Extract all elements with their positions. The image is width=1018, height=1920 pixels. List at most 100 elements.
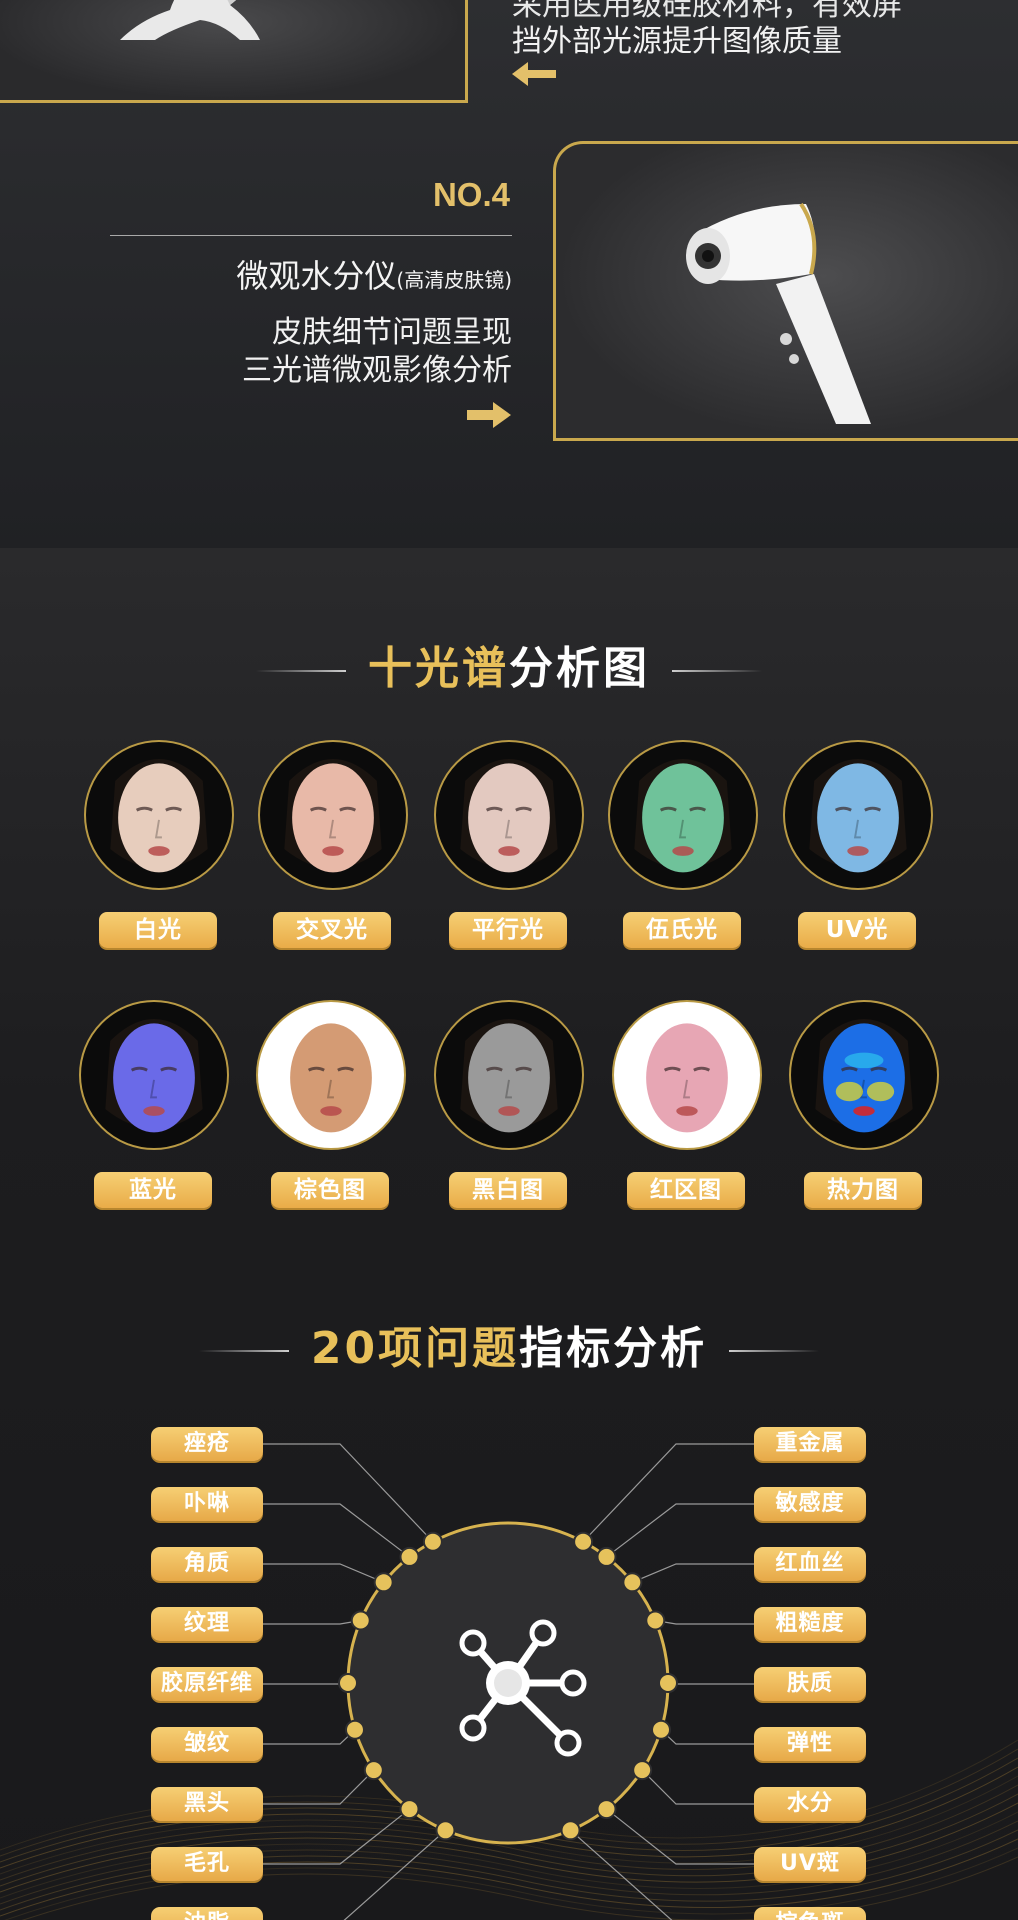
face-icon (809, 759, 907, 873)
page: 采用医用级硅胶材料，有效屏 挡外部光源提升图像质量 NO.4 微观水分仪(高清皮… (0, 0, 1018, 1920)
spectrum-item: 红区图 (609, 1000, 769, 1230)
connector-dot (350, 1610, 371, 1631)
connector-line (582, 1443, 755, 1543)
connector-line (660, 1729, 755, 1745)
face-icon (460, 1019, 558, 1133)
connector-dot (422, 1531, 443, 1552)
connector-dot (338, 1673, 358, 1693)
connector-line (667, 1682, 755, 1685)
connector-dot (399, 1546, 420, 1567)
face-icon (290, 1023, 372, 1133)
indicator-tag: 胶原纤维 (151, 1667, 263, 1701)
device-name: 微观水分仪(高清皮肤镜) (110, 251, 512, 297)
face-image (84, 740, 234, 890)
face-image (256, 1000, 406, 1150)
device-section: 采用医用级硅胶材料，有效屏 挡外部光源提升图像质量 NO.4 微观水分仪(高清皮… (0, 0, 1018, 548)
face-image (434, 740, 584, 890)
face-icon (634, 759, 732, 873)
face-icon (105, 1019, 203, 1133)
spectrum-title-gold: 十光谱 (368, 643, 509, 694)
device-name-main: 微观水分仪 (236, 257, 397, 295)
connector-line (263, 1503, 410, 1558)
feature-text-line1: 采用医用级硅胶材料，有效屏 (512, 0, 902, 23)
connector-dot (560, 1820, 581, 1841)
connector-dot (373, 1572, 394, 1593)
title-line-right (729, 1350, 820, 1352)
connector-line (641, 1769, 755, 1805)
device-name-note: (高清皮肤镜) (396, 268, 512, 292)
face-icon (646, 1023, 728, 1133)
feature-text-line2: 挡外部光源提升图像质量 (512, 24, 842, 59)
indicators-title: 20项问题指标分析 (0, 1312, 1018, 1376)
face-icon (815, 1019, 913, 1133)
connector-line (655, 1619, 755, 1625)
spectrum-item: 黑白图 (431, 1000, 591, 1230)
connector-dot (573, 1531, 594, 1552)
arrow-right-icon (467, 402, 511, 428)
connector-dot (622, 1572, 643, 1593)
connector-line (606, 1503, 755, 1558)
indicator-tag: 棕色斑 (754, 1907, 866, 1920)
connector-line (263, 1619, 361, 1625)
connector-dot (435, 1820, 456, 1841)
face-icon (460, 759, 558, 873)
connector-line (263, 1682, 349, 1685)
indicator-tag: 粗糙度 (754, 1607, 866, 1641)
divider (110, 235, 512, 236)
spectrum-label: 棕色图 (271, 1172, 389, 1208)
face-image (79, 1000, 229, 1150)
connector-dot (596, 1546, 617, 1567)
connector-line (606, 1808, 755, 1865)
indicator-tag: 角质 (151, 1547, 263, 1581)
spectrum-label: 交叉光 (273, 912, 391, 948)
indicators-title-white: 指标分析 (519, 1323, 708, 1374)
spectrum-item: 平行光 (431, 740, 591, 970)
connector-line (570, 1829, 673, 1920)
connector-dot (399, 1799, 420, 1820)
indicators-title-gold: 20项问题 (310, 1323, 520, 1374)
connector-dot (363, 1760, 384, 1781)
feature-text: 采用医用级硅胶材料，有效屏 挡外部光源提升图像质量 (512, 0, 1018, 60)
spectrum-title: 十光谱分析图 (0, 632, 1018, 696)
spectrum-item: 交叉光 (255, 740, 415, 970)
indicator-tag: 红血丝 (754, 1547, 866, 1581)
face-image (608, 740, 758, 890)
spectrum-item: UV光 (780, 740, 940, 970)
spectrum-label: 蓝光 (94, 1172, 212, 1208)
connector-dot (632, 1760, 653, 1781)
connector-dot (344, 1719, 365, 1740)
face-image (612, 1000, 762, 1150)
spectrum-item: 棕色图 (253, 1000, 413, 1230)
indicator-tag: 毛孔 (151, 1847, 263, 1881)
spectrum-label: 伍氏光 (623, 912, 741, 948)
connector-line (263, 1769, 375, 1805)
face-icon (284, 759, 382, 873)
arrow-left-icon (512, 62, 556, 86)
indicator-tag: 皱纹 (151, 1727, 263, 1761)
indicator-tag: UV斑 (754, 1847, 866, 1881)
title-line-left (198, 1350, 289, 1352)
indicator-tag: 卟啉 (151, 1487, 263, 1521)
spectrum-label: 白光 (99, 912, 217, 948)
title-line-left (256, 670, 346, 672)
stand-device-image (120, 0, 260, 40)
device-number: NO.4 (432, 176, 510, 213)
spectrum-label: UV光 (798, 912, 916, 948)
spectrum-title-white: 分析图 (509, 643, 650, 694)
connector-dot (645, 1610, 666, 1631)
spectrum-label: 平行光 (449, 912, 567, 948)
spectrum-item: 蓝光 (76, 1000, 236, 1230)
spectrum-item: 热力图 (786, 1000, 946, 1230)
connector-line (263, 1443, 434, 1543)
spectrum-label: 黑白图 (449, 1172, 567, 1208)
indicator-tag: 油脂 (151, 1907, 263, 1920)
indicator-tag: 重金属 (754, 1427, 866, 1461)
connector-dot (596, 1799, 617, 1820)
connector-dot (651, 1719, 672, 1740)
indicator-tag: 弹性 (754, 1727, 866, 1761)
device-desc-line1: 皮肤细节问题呈现 (272, 315, 512, 350)
connector-line (263, 1729, 356, 1745)
face-image (789, 1000, 939, 1150)
indicator-tag: 敏感度 (754, 1487, 866, 1521)
indicator-tag: 水分 (754, 1787, 866, 1821)
